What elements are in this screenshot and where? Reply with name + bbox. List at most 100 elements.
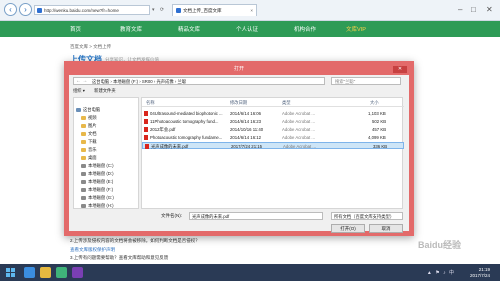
tree-item[interactable]: 本地磁盘 (H:) — [74, 202, 138, 210]
window-close-button[interactable]: ✕ — [486, 5, 493, 14]
explorer-icon[interactable] — [40, 267, 51, 278]
column-header-type[interactable]: 类型 — [282, 100, 291, 106]
upload-notes: 2.上传涉及侵权内容的文档将会被移除。如何判断文档是否侵权？ 查看文库版权保护声… — [70, 237, 430, 263]
path-segment[interactable]: 这台电脑 — [92, 79, 109, 84]
windows-start-icon[interactable] — [6, 268, 16, 277]
onenote-icon[interactable] — [72, 267, 83, 278]
tab-favicon-icon — [176, 8, 181, 13]
tree-item[interactable]: 音乐 — [74, 146, 138, 154]
filename-input[interactable]: 光声成像的未来.pdf — [189, 212, 323, 220]
tree-item[interactable]: 本地磁盘 (F:) — [74, 186, 138, 194]
pdf-icon — [144, 119, 148, 124]
column-header-size[interactable]: 大小 — [370, 100, 379, 106]
file-name: 光声成像的未来.pdf — [145, 143, 229, 150]
file-size: 457 KB — [372, 127, 387, 132]
path-segment[interactable]: SR00 — [142, 79, 153, 84]
pdf-icon — [144, 135, 148, 140]
tree-item[interactable]: 下载 — [74, 138, 138, 146]
path-segment[interactable]: 光声成像 — [156, 79, 173, 84]
file-date: 2017/7/24 21:15 — [231, 144, 263, 149]
drive-icon — [81, 171, 86, 176]
watermark: Baidu经验 — [418, 240, 462, 250]
tree-item[interactable]: 图片 — [74, 122, 138, 130]
dialog-title: 打开 — [233, 66, 244, 72]
site-favicon-icon — [37, 8, 42, 13]
address-url: http://wenku.baidu.com/new?fr=home — [44, 8, 119, 13]
file-type: Adobe Acrobat ... — [282, 119, 315, 124]
tree-item[interactable]: 桌面 — [74, 154, 138, 162]
back-button[interactable]: ‹ — [4, 3, 17, 16]
tree-item[interactable]: 视频 — [74, 114, 138, 122]
drive-icon — [81, 179, 86, 184]
search-input[interactable]: 搜索"兰聪" — [331, 77, 401, 85]
browser-toolbar: ‹ › http://wenku.baidu.com/new?fr=home ▾… — [0, 0, 500, 21]
browser-tab[interactable]: 文档上传_百度文库 × — [172, 4, 257, 16]
file-date: 2014/6/14 16:23 — [230, 119, 262, 124]
ie-icon[interactable] — [24, 267, 35, 278]
folder-icon — [81, 139, 86, 144]
cancel-button[interactable]: 取消 — [369, 224, 403, 233]
nav-personal-cert[interactable]: 个人认证 — [236, 25, 258, 33]
path-bar[interactable]: ← → 这台电脑 › 本地磁盘 (F:) › SR00 › 光声成像 › 兰聪 — [73, 77, 325, 85]
path-segment[interactable]: 兰聪 — [178, 79, 187, 84]
file-row[interactable]: Photoacoustic tomography fundame... 2014… — [142, 134, 404, 141]
path-segment[interactable]: 本地磁盘 (F:) — [113, 79, 138, 84]
tree-item[interactable]: 这台电脑 — [74, 106, 138, 114]
file-date: 2014/10/16 11:40 — [230, 127, 264, 132]
pdf-icon — [144, 127, 148, 132]
dialog-title-bar: 打开 ✕ — [69, 66, 409, 75]
file-date: 2014/6/14 16:12 — [230, 135, 262, 140]
tree-item[interactable]: 本地磁盘 (E:) — [74, 178, 138, 186]
vip-link[interactable]: 文库VIP — [346, 25, 366, 33]
column-header-date[interactable]: 修改日期 — [230, 100, 247, 106]
drive-icon — [81, 187, 86, 192]
address-tools-icon[interactable]: ▾ ⟳ — [152, 7, 166, 13]
organize-button[interactable]: 组织 ▾ — [73, 88, 85, 93]
file-row[interactable]: 11Photoacoustic tomography fund... 2014/… — [142, 118, 404, 125]
file-name: Photoacoustic tomography fundame... — [144, 134, 228, 141]
file-list: 名称 修改日期 类型 大小 04Ultrasound-mediated biop… — [141, 97, 404, 209]
note-line: 3.上传有问题需要帮助？查看文库帮助和意见反馈 — [70, 255, 169, 260]
note-line: 2.上传涉及侵权内容的文档将会被移除。如何判断文档是否侵权？ — [70, 238, 200, 243]
dialog-close-button[interactable]: ✕ — [393, 66, 407, 73]
minimize-button[interactable]: – — [458, 5, 462, 14]
back-forward-icon[interactable]: ← → — [76, 78, 87, 84]
new-folder-button[interactable]: 新建文件夹 — [94, 88, 115, 93]
drive-icon — [81, 163, 86, 168]
open-button[interactable]: 打开(O) — [331, 224, 365, 233]
tree-item[interactable]: 文档 — [74, 130, 138, 138]
tab-close-icon[interactable]: × — [250, 5, 253, 16]
file-name: 11Photoacoustic tomography fund... — [144, 118, 228, 125]
filename-label: 文件名(N): — [161, 213, 182, 218]
tree-item[interactable]: 本地磁盘 (D:) — [74, 170, 138, 178]
nav-home[interactable]: 首页 — [70, 25, 81, 33]
file-row[interactable]: 2012年会.pdf 2014/10/16 11:40 Adobe Acroba… — [142, 126, 404, 133]
copyright-link[interactable]: 查看文库版权保护声明 — [70, 247, 115, 252]
nav-edu[interactable]: 教育文库 — [120, 25, 142, 33]
computer-icon — [76, 107, 81, 112]
pdf-icon — [145, 144, 149, 149]
system-tray-icons[interactable]: ▲ ⚑ ♪ 中 — [427, 269, 455, 276]
column-header-name[interactable]: 名称 — [146, 100, 155, 106]
tree-item[interactable]: 本地磁盘 (G:) — [74, 194, 138, 202]
file-type: Adobe Acrobat ... — [282, 127, 315, 132]
nav-institution[interactable]: 机构合作 — [294, 25, 316, 33]
store-icon[interactable] — [56, 267, 67, 278]
clock-date: 2017/7/24 — [469, 272, 490, 278]
nav-premium[interactable]: 精品文库 — [178, 25, 200, 33]
clock[interactable]: 21:19 2017/7/24 — [470, 267, 490, 278]
folder-icon — [81, 123, 86, 128]
forward-button[interactable]: › — [19, 3, 32, 16]
taskbar: ▲ ⚑ ♪ 中 21:19 2017/7/24 — [0, 264, 500, 281]
breadcrumb: 百度文库 > 文档上传 — [70, 44, 112, 49]
folder-icon — [81, 147, 86, 152]
address-bar[interactable]: http://wenku.baidu.com/new?fr=home — [34, 5, 150, 15]
file-type: Adobe Acrobat ... — [282, 135, 315, 140]
tab-title: 文档上传_百度文库 — [183, 8, 222, 13]
file-row[interactable]: 04Ultrasound-mediated biophotonic ... 20… — [142, 110, 404, 117]
file-row-selected[interactable]: 光声成像的未来.pdf 2017/7/24 21:15 Adobe Acroba… — [142, 142, 404, 149]
file-list-header: 名称 修改日期 类型 大小 — [142, 100, 404, 107]
filetype-select[interactable]: 所有文档（百度文库支持类型） — [331, 212, 403, 220]
maximize-button[interactable]: □ — [471, 5, 476, 14]
tree-item[interactable]: 本地磁盘 (C:) — [74, 162, 138, 170]
